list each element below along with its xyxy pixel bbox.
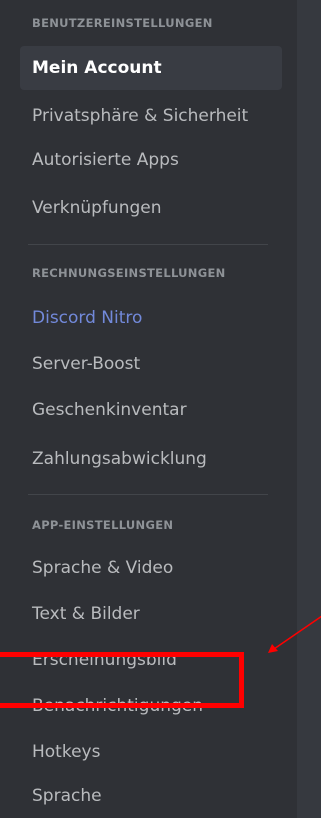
sidebar-item-voice-video[interactable]: Sprache & Video [20, 546, 282, 590]
section-divider [28, 494, 268, 495]
main-content-pane [297, 0, 321, 818]
sidebar-item-text-images[interactable]: Text & Bilder [20, 592, 282, 636]
sidebar-item-privacy-safety[interactable]: Privatsphäre & Sicherheit [20, 94, 282, 138]
sidebar-item-billing[interactable]: Zahlungsabwicklung [20, 437, 282, 481]
section-header-user-settings: BENUTZEREINSTELLUNGEN [32, 16, 213, 30]
annotation-highlight-box [0, 652, 244, 708]
sidebar-item-gift-inventory[interactable]: Geschenkinventar [20, 388, 282, 432]
sidebar-item-authorized-apps[interactable]: Autorisierte Apps [20, 138, 282, 182]
sidebar-item-my-account[interactable]: Mein Account [20, 46, 282, 90]
sidebar-item-connections[interactable]: Verknüpfungen [20, 186, 282, 230]
section-header-app-settings: APP-EINSTELLUNGEN [32, 518, 174, 532]
section-divider [28, 244, 268, 245]
section-header-billing-settings: RECHNUNGSEINSTELLUNGEN [32, 266, 226, 280]
sidebar-item-discord-nitro[interactable]: Discord Nitro [20, 296, 282, 340]
sidebar-item-server-boost[interactable]: Server-Boost [20, 342, 282, 386]
sidebar-item-keybinds[interactable]: Hotkeys [20, 730, 282, 774]
sidebar-item-language[interactable]: Sprache [20, 774, 282, 818]
